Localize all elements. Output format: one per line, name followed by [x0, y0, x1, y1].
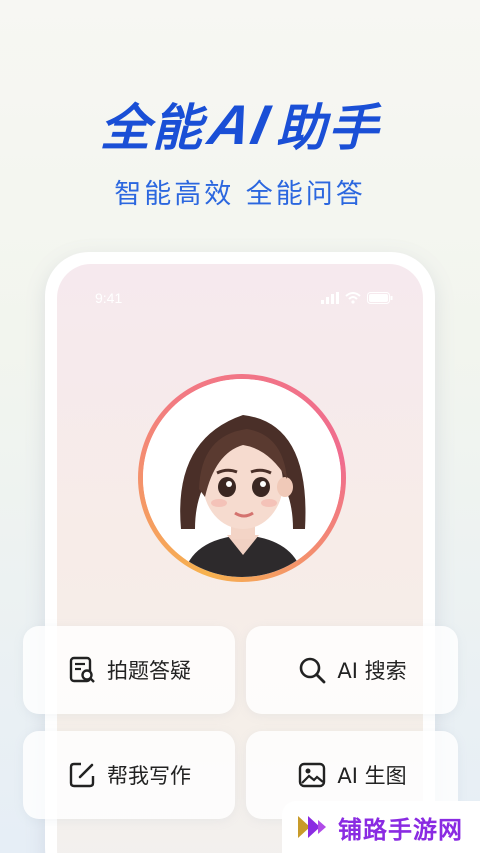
signal-icon — [321, 292, 339, 304]
ai-search-label: AI 搜索 — [337, 659, 407, 683]
headline-part-1: 全能 — [100, 99, 204, 157]
watermark-text: 铺路手游网 — [338, 815, 463, 844]
assistant-avatar-illustration — [143, 379, 341, 577]
ai-image-label: AI 生图 — [337, 764, 407, 788]
write-assist-label: 帮我写作 — [107, 764, 191, 788]
status-time: 9:41 — [95, 290, 123, 306]
watermark-logo-icon — [298, 816, 326, 838]
status-bar: 9:41 — [95, 288, 393, 308]
write-assist-button[interactable]: 帮我写作 — [23, 731, 235, 819]
search-icon — [297, 655, 327, 685]
photo-question-icon — [67, 655, 97, 685]
subtitle: 智能高效 全能问答 — [114, 179, 366, 210]
image-icon — [297, 760, 327, 790]
edit-icon — [67, 760, 97, 790]
avatar[interactable] — [138, 374, 346, 582]
headline: 全能 AI 助手 — [0, 88, 480, 160]
watermark: 铺路手游网 — [282, 801, 480, 853]
battery-icon — [367, 292, 393, 304]
headline-part-2: 助手 — [276, 99, 380, 157]
wifi-icon — [345, 292, 361, 304]
headline-ai-logo: AI — [203, 92, 277, 156]
ai-search-button[interactable]: AI 搜索 — [246, 626, 458, 714]
photo-question-button[interactable]: 拍题答疑 — [23, 626, 235, 714]
photo-question-label: 拍题答疑 — [107, 659, 191, 683]
